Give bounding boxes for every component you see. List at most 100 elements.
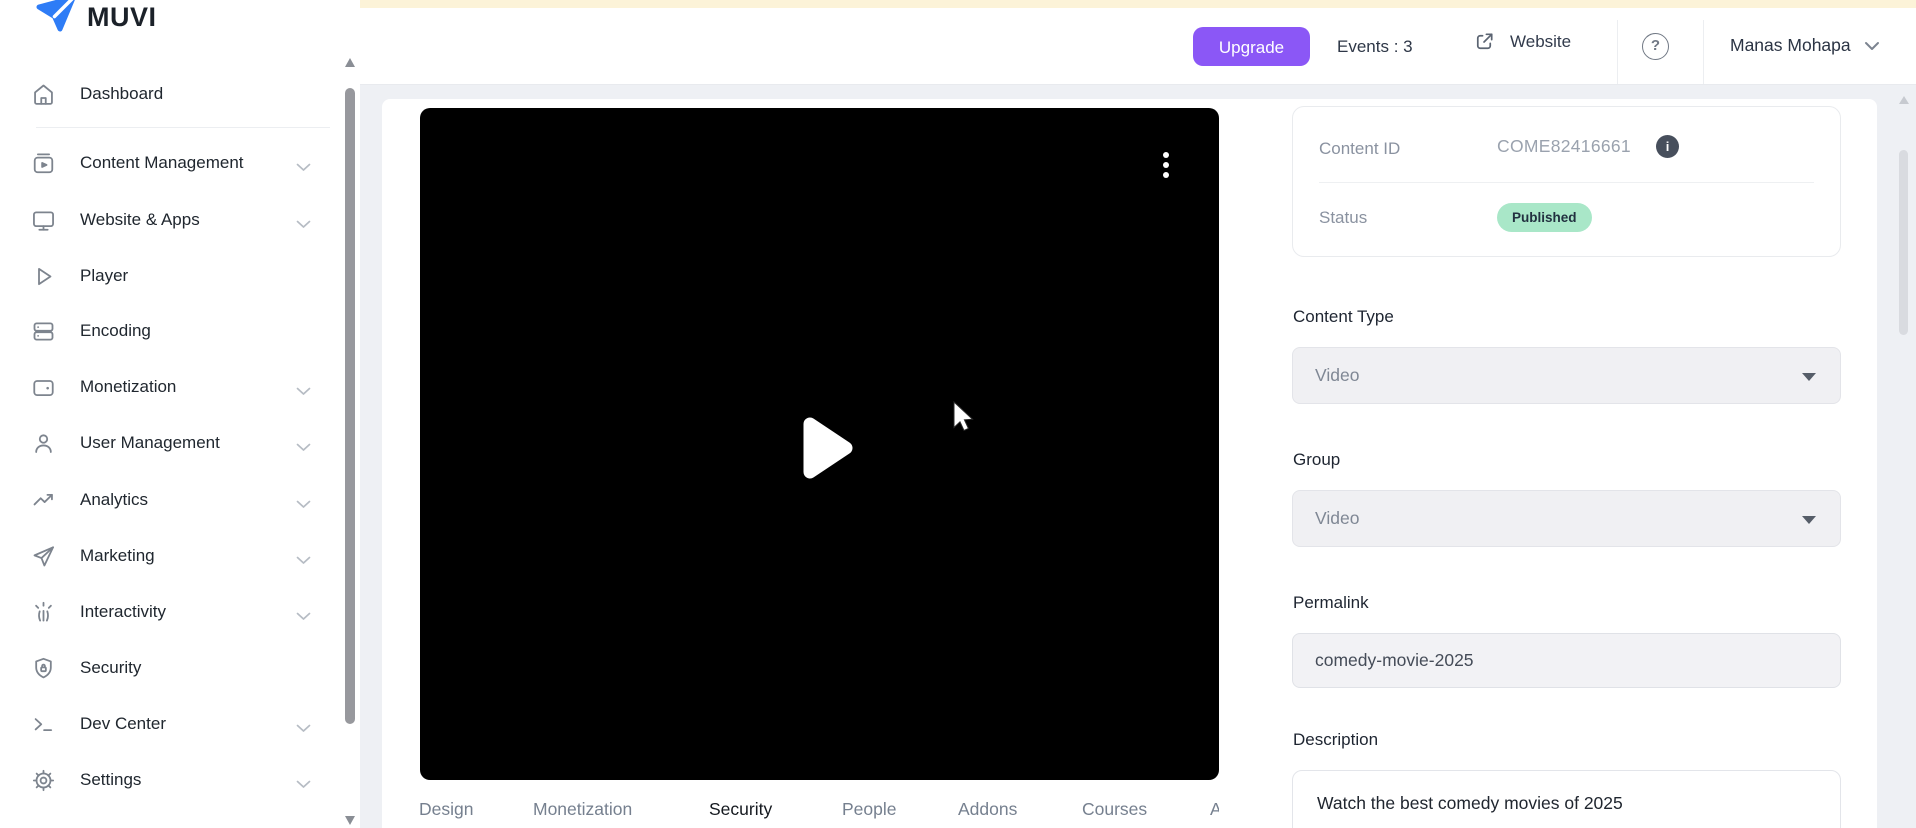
permalink-input[interactable]: [1292, 633, 1841, 688]
send-icon: [30, 543, 57, 570]
play-button-icon[interactable]: [794, 416, 858, 485]
group-select[interactable]: Video: [1292, 490, 1841, 547]
home-icon: [30, 81, 57, 108]
terminal-icon: [30, 711, 57, 738]
tab-addons[interactable]: Addons: [958, 799, 1017, 820]
sidebar-scroll-down-arrow[interactable]: [345, 816, 355, 825]
header-divider: [1703, 20, 1704, 84]
wallet-icon: [30, 374, 57, 401]
chevron-down-icon: [296, 720, 311, 738]
content-type-select[interactable]: Video: [1292, 347, 1841, 404]
user-name: Manas Mohapa: [1730, 35, 1851, 56]
gear-icon: [30, 767, 57, 794]
sidebar-item-label: Dashboard: [80, 84, 163, 104]
sidebar-item-label: User Management: [80, 433, 220, 453]
tab-courses[interactable]: Courses: [1082, 799, 1147, 820]
sidebar-item-label: Encoding: [80, 321, 151, 341]
sidebar-item-user-management[interactable]: User Management: [0, 423, 360, 463]
chevron-down-icon: [296, 552, 311, 570]
sidebar-divider: [36, 127, 330, 128]
chevron-down-icon: [1864, 35, 1880, 56]
content-icon: [30, 150, 57, 177]
video-player[interactable]: [420, 108, 1219, 780]
sidebar-item-player[interactable]: Player: [0, 256, 360, 296]
content-id-label: Content ID: [1319, 139, 1400, 159]
status-label: Status: [1319, 208, 1367, 228]
chevron-down-icon: [296, 216, 311, 234]
sidebar-item-interactivity[interactable]: Interactivity: [0, 592, 360, 632]
mouse-cursor: [953, 401, 975, 438]
sidebar-item-settings[interactable]: Settings: [0, 760, 360, 800]
sidebar-item-content-management[interactable]: Content Management: [0, 143, 360, 183]
content-type-value: Video: [1315, 365, 1359, 385]
muvi-logo-icon: [33, 0, 77, 42]
help-icon[interactable]: ?: [1642, 33, 1669, 60]
website-label: Website: [1510, 32, 1571, 52]
external-link-icon: [1473, 30, 1496, 53]
content-id-value: COME82416661: [1497, 136, 1631, 157]
sidebar-item-monetization[interactable]: Monetization: [0, 367, 360, 407]
chevron-down-icon: [296, 776, 311, 794]
monitor-icon: [30, 207, 57, 234]
content-meta-card: Content ID COME82416661 i Status Publish…: [1292, 106, 1841, 257]
chevron-down-icon: [296, 439, 311, 457]
sidebar-item-security[interactable]: Security: [0, 648, 360, 688]
brand-logo[interactable]: MUVI: [33, 0, 157, 42]
status-badge: Published: [1497, 203, 1592, 232]
upgrade-button[interactable]: Upgrade: [1193, 27, 1310, 66]
content-tabs: Design Monetization Security People Addons Co…: [419, 799, 1219, 828]
sidebar-scrollbar[interactable]: [345, 88, 355, 724]
brand-name: MUVI: [87, 2, 157, 33]
caret-down-icon: [1802, 373, 1816, 381]
sidebar-item-label: Interactivity: [80, 602, 166, 622]
sidebar-item-website-apps[interactable]: Website & Apps: [0, 200, 360, 240]
group-value: Video: [1315, 508, 1359, 528]
muvi-app: Upgrade Events : 3 Website ? Manas Mohap…: [0, 0, 1916, 828]
scroll-up-arrow[interactable]: [1899, 96, 1909, 104]
page-scrollbar[interactable]: [1899, 150, 1908, 335]
tab-security[interactable]: Security: [709, 799, 772, 820]
sidebar-item-encoding[interactable]: Encoding: [0, 311, 360, 351]
sidebar-item-label: Settings: [80, 770, 141, 790]
stack-icon: [30, 318, 57, 345]
info-icon[interactable]: i: [1656, 135, 1679, 158]
sidebar-item-label: Website & Apps: [80, 210, 200, 230]
sidebar-scroll-up-arrow[interactable]: [345, 58, 355, 67]
tab-a[interactable]: A: [1210, 799, 1219, 820]
sidebar-item-label: Player: [80, 266, 128, 286]
tab-people[interactable]: People: [842, 799, 897, 820]
sidebar-item-label: Dev Center: [80, 714, 166, 734]
description-label: Description: [1293, 730, 1378, 750]
trial-banner: [360, 0, 1916, 8]
content-detail-panel: Design Monetization Security People Addons Co…: [382, 99, 1877, 828]
top-header: Upgrade Events : 3 Website ? Manas Mohap…: [360, 8, 1916, 85]
chevron-down-icon: [296, 608, 311, 626]
content-type-label: Content Type: [1293, 307, 1394, 327]
events-counter[interactable]: Events : 3: [1337, 37, 1413, 57]
sidebar-item-marketing[interactable]: Marketing: [0, 536, 360, 576]
group-label: Group: [1293, 450, 1340, 470]
tab-design[interactable]: Design: [419, 799, 473, 820]
video-options-icon[interactable]: [1163, 152, 1169, 182]
sidebar-item-label: Marketing: [80, 546, 155, 566]
trend-icon: [30, 487, 57, 514]
sidebar-item-analytics[interactable]: Analytics: [0, 480, 360, 520]
sidebar-item-dashboard[interactable]: Dashboard: [0, 74, 360, 114]
sidebar-item-label: Analytics: [80, 490, 148, 510]
interact-icon: [30, 599, 57, 626]
website-link[interactable]: Website: [1473, 30, 1571, 53]
play-icon: [30, 263, 57, 290]
chevron-down-icon: [296, 159, 311, 177]
sidebar-item-dev-center[interactable]: Dev Center: [0, 704, 360, 744]
chevron-down-icon: [296, 383, 311, 401]
caret-down-icon: [1802, 516, 1816, 524]
description-textarea[interactable]: Watch the best comedy movies of 2025: [1292, 770, 1841, 828]
chevron-down-icon: [296, 496, 311, 514]
permalink-label: Permalink: [1293, 593, 1369, 613]
tab-monetization[interactable]: Monetization: [533, 799, 632, 820]
shield-icon: [30, 655, 57, 682]
sidebar-item-label: Monetization: [80, 377, 176, 397]
card-divider: [1319, 182, 1814, 183]
header-divider: [1617, 20, 1618, 84]
user-menu[interactable]: Manas Mohapa: [1730, 35, 1880, 56]
